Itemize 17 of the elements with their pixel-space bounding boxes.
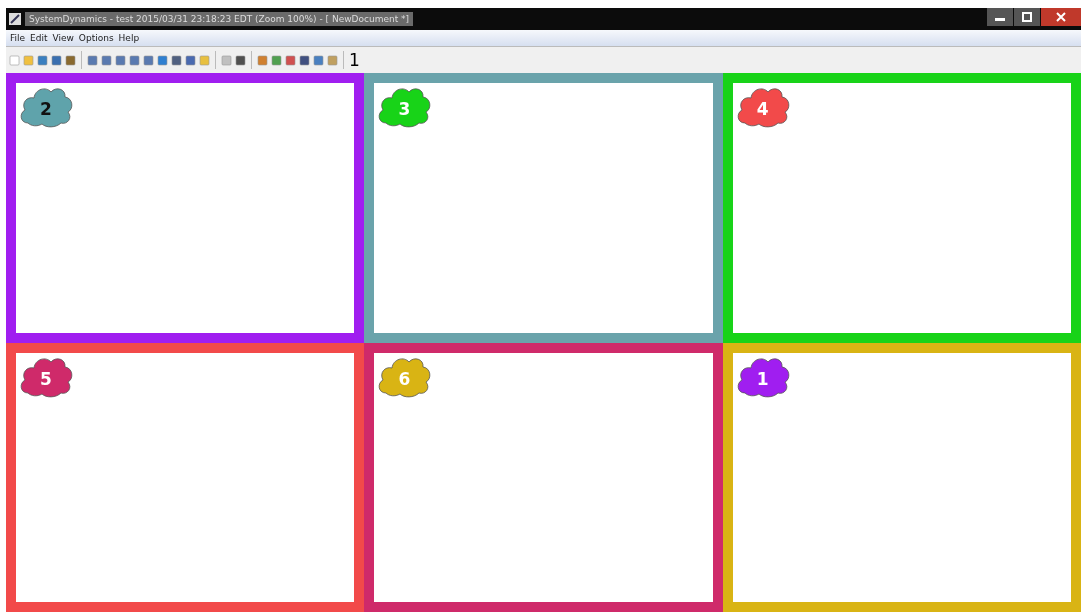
canvas-panel[interactable]: 4 [722, 73, 1081, 343]
menu-item[interactable]: Help [118, 33, 140, 43]
close-button[interactable] [1041, 8, 1081, 26]
app-icon [9, 13, 21, 25]
window-title: SystemDynamics - test 2015/03/31 23:18:23 EDT (Zoom 100%) - [ NewDocument *] [25, 12, 414, 26]
page-number: 1 [349, 50, 360, 70]
menu-item[interactable]: View [52, 33, 74, 43]
restore-icon [1021, 12, 1033, 22]
menu-item[interactable]: Edit [30, 33, 48, 43]
menu-item[interactable]: File [10, 33, 26, 43]
minimize-button[interactable] [987, 8, 1013, 26]
canvas-panel[interactable]: 5 [6, 342, 365, 612]
menu-item[interactable]: Options [78, 33, 114, 43]
canvas-panel[interactable]: 2 [6, 73, 365, 343]
canvas-panel[interactable]: 1 [722, 342, 1081, 612]
close-icon [1055, 12, 1067, 22]
restore-button[interactable] [1014, 8, 1040, 26]
